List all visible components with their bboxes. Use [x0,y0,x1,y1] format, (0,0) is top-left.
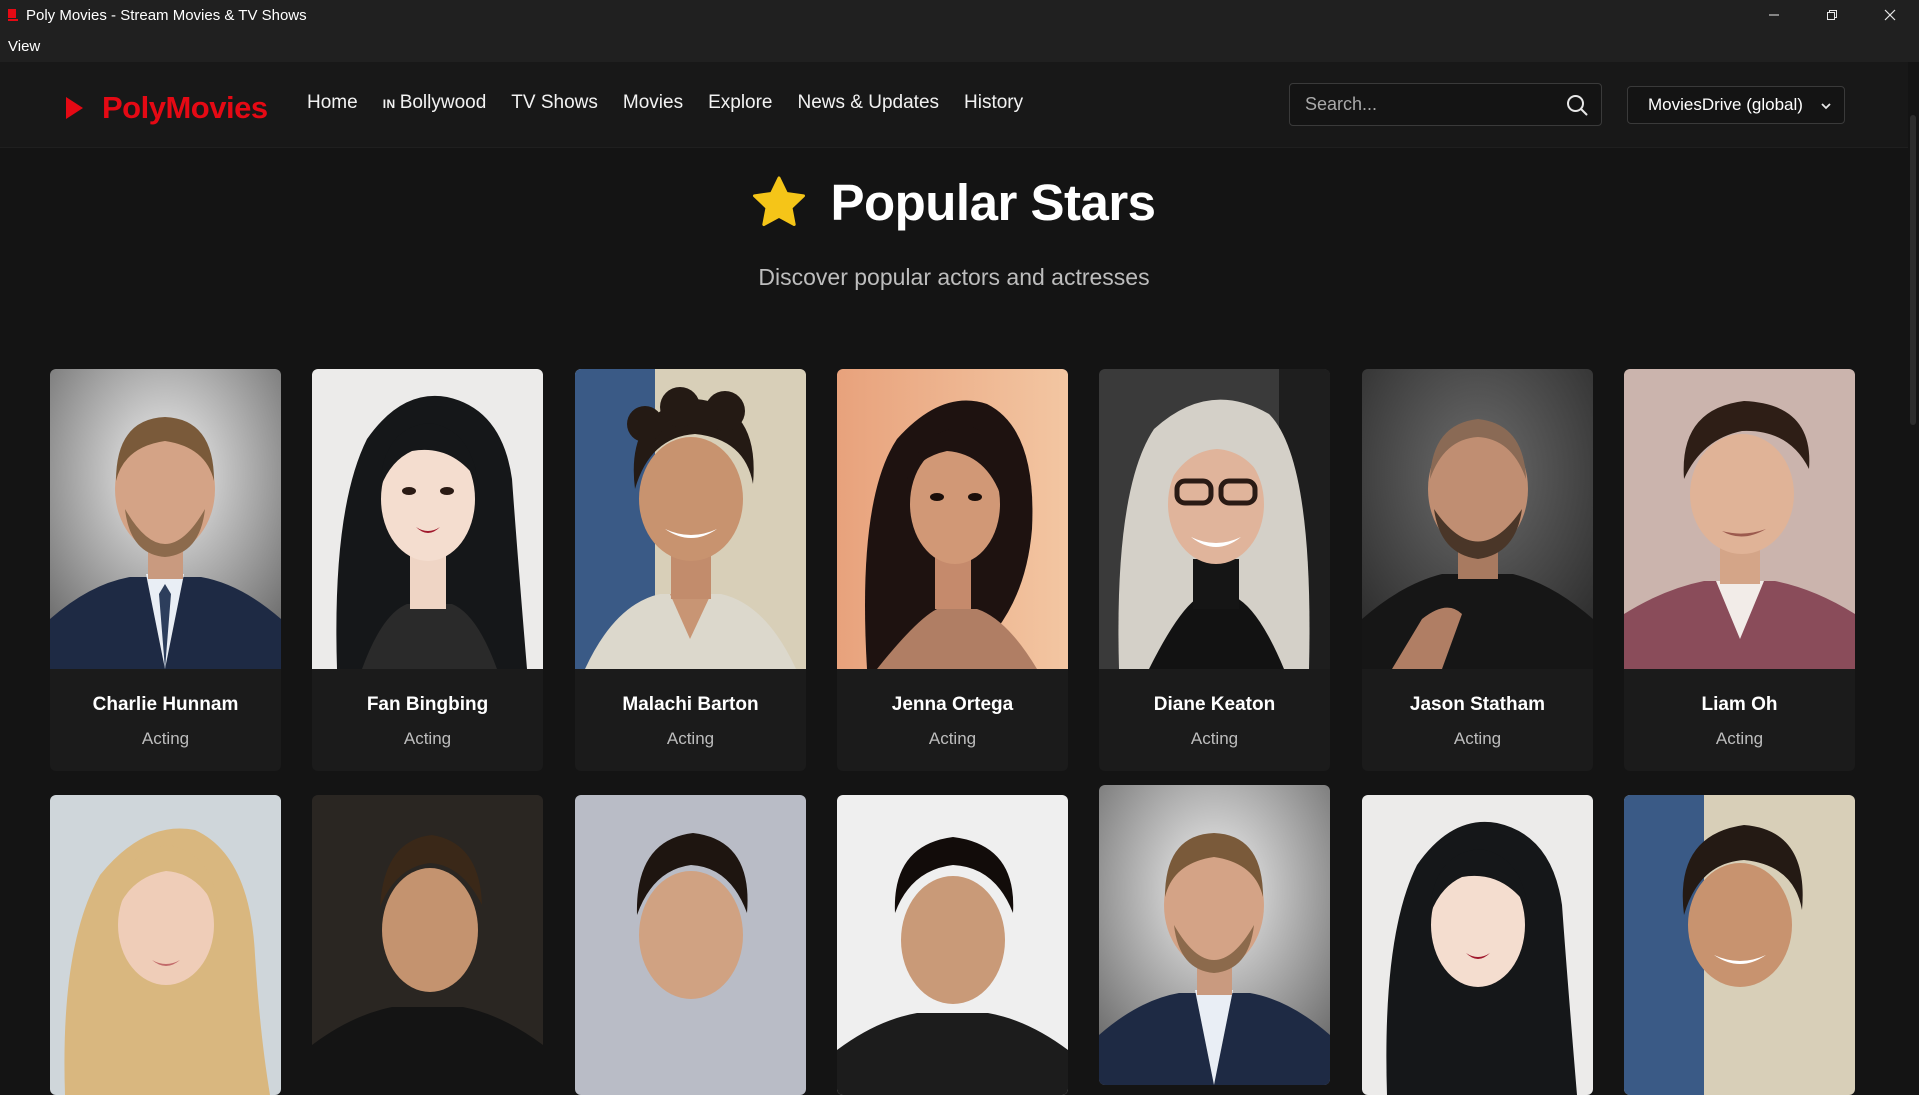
star-photo [1099,785,1330,1085]
star-department: Acting [1715,729,1764,748]
star-name: Charlie Hunnam [92,694,239,715]
star-department: Acting [1453,729,1502,748]
source-select-value: MoviesDrive (global) [1648,95,1803,114]
app-icon [8,9,18,21]
window-controls [1745,0,1919,30]
star-photo [312,369,543,669]
star-photo [1624,369,1855,669]
star-card[interactable]: Jenna Ortega Acting [837,369,1068,771]
star-department: Acting [928,729,977,748]
star-card[interactable] [1362,795,1593,1095]
star-photo [575,795,806,1095]
window-title-bar: Poly Movies - Stream Movies & TV Shows [0,0,1919,30]
restore-icon[interactable] [1803,0,1861,30]
star-card[interactable] [1624,795,1855,1095]
star-department: Acting [1190,729,1239,748]
star-card[interactable] [837,795,1068,1095]
star-photo [837,369,1068,669]
star-name: Jason Statham [1409,694,1546,715]
star-card[interactable] [312,795,543,1095]
page-heading: Popular Stars [0,172,1908,233]
star-card[interactable]: Liam Oh Acting [1624,369,1855,771]
star-department: Acting [141,729,190,748]
nav-home[interactable]: Home [307,92,358,114]
star-name: Fan Bingbing [366,694,489,715]
star-name: Malachi Barton [622,694,759,715]
star-card[interactable] [1099,785,1330,1085]
page-subtitle: Discover popular actors and actresses [758,264,1150,290]
star-card[interactable]: Fan Bingbing Acting [312,369,543,771]
search-box [1289,83,1602,126]
nav-history[interactable]: History [964,92,1023,114]
star-photo [1362,369,1593,669]
logo[interactable]: PolyMovies [66,90,268,126]
nav-explore[interactable]: Explore [708,92,772,114]
window-title: Poly Movies - Stream Movies & TV Shows [26,6,307,24]
star-icon [752,176,806,233]
star-card[interactable]: Jason Statham Acting [1362,369,1593,771]
star-photo [575,369,806,669]
nav-movies[interactable]: Movies [623,92,683,114]
search-input[interactable] [1290,84,1550,125]
close-icon[interactable] [1861,0,1919,30]
star-photo [1099,369,1330,669]
menu-view[interactable]: View [8,38,40,55]
minimize-icon[interactable] [1745,0,1803,30]
star-card[interactable] [575,795,806,1095]
search-icon[interactable] [1566,94,1588,121]
star-card[interactable] [50,795,281,1095]
nav-bollywood[interactable]: IN Bollywood [383,92,487,114]
play-icon [66,97,83,119]
star-photo [50,795,281,1095]
logo-text: PolyMovies [102,90,268,125]
source-select[interactable]: MoviesDrive (global) [1627,86,1845,124]
star-card[interactable]: Malachi Barton Acting [575,369,806,771]
star-department: Acting [403,729,452,748]
star-card[interactable]: Charlie Hunnam Acting [50,369,281,771]
nav-tv-shows[interactable]: TV Shows [511,92,598,114]
star-name: Liam Oh [1701,694,1778,715]
star-photo [50,369,281,669]
nav-news-updates[interactable]: News & Updates [798,92,940,114]
scrollbar-thumb[interactable] [1910,115,1916,425]
star-department: Acting [666,729,715,748]
star-name: Diane Keaton [1153,694,1276,715]
india-flag-icon: IN [382,97,396,111]
star-name: Jenna Ortega [891,694,1014,715]
app-header: PolyMovies Home IN Bollywood TV Shows Mov… [0,62,1908,148]
star-photo [837,795,1068,1095]
star-photo [312,795,543,1095]
nav-bollywood-label: Bollywood [399,92,487,113]
page-title: Popular Stars [830,174,1156,231]
menu-bar: View [0,30,1919,62]
star-photo [1362,795,1593,1095]
chevron-down-icon [1820,99,1832,117]
main-nav: Home IN Bollywood TV Shows Movies Explore… [307,92,1048,114]
star-photo [1624,795,1855,1095]
star-card[interactable]: Diane Keaton Acting [1099,369,1330,771]
